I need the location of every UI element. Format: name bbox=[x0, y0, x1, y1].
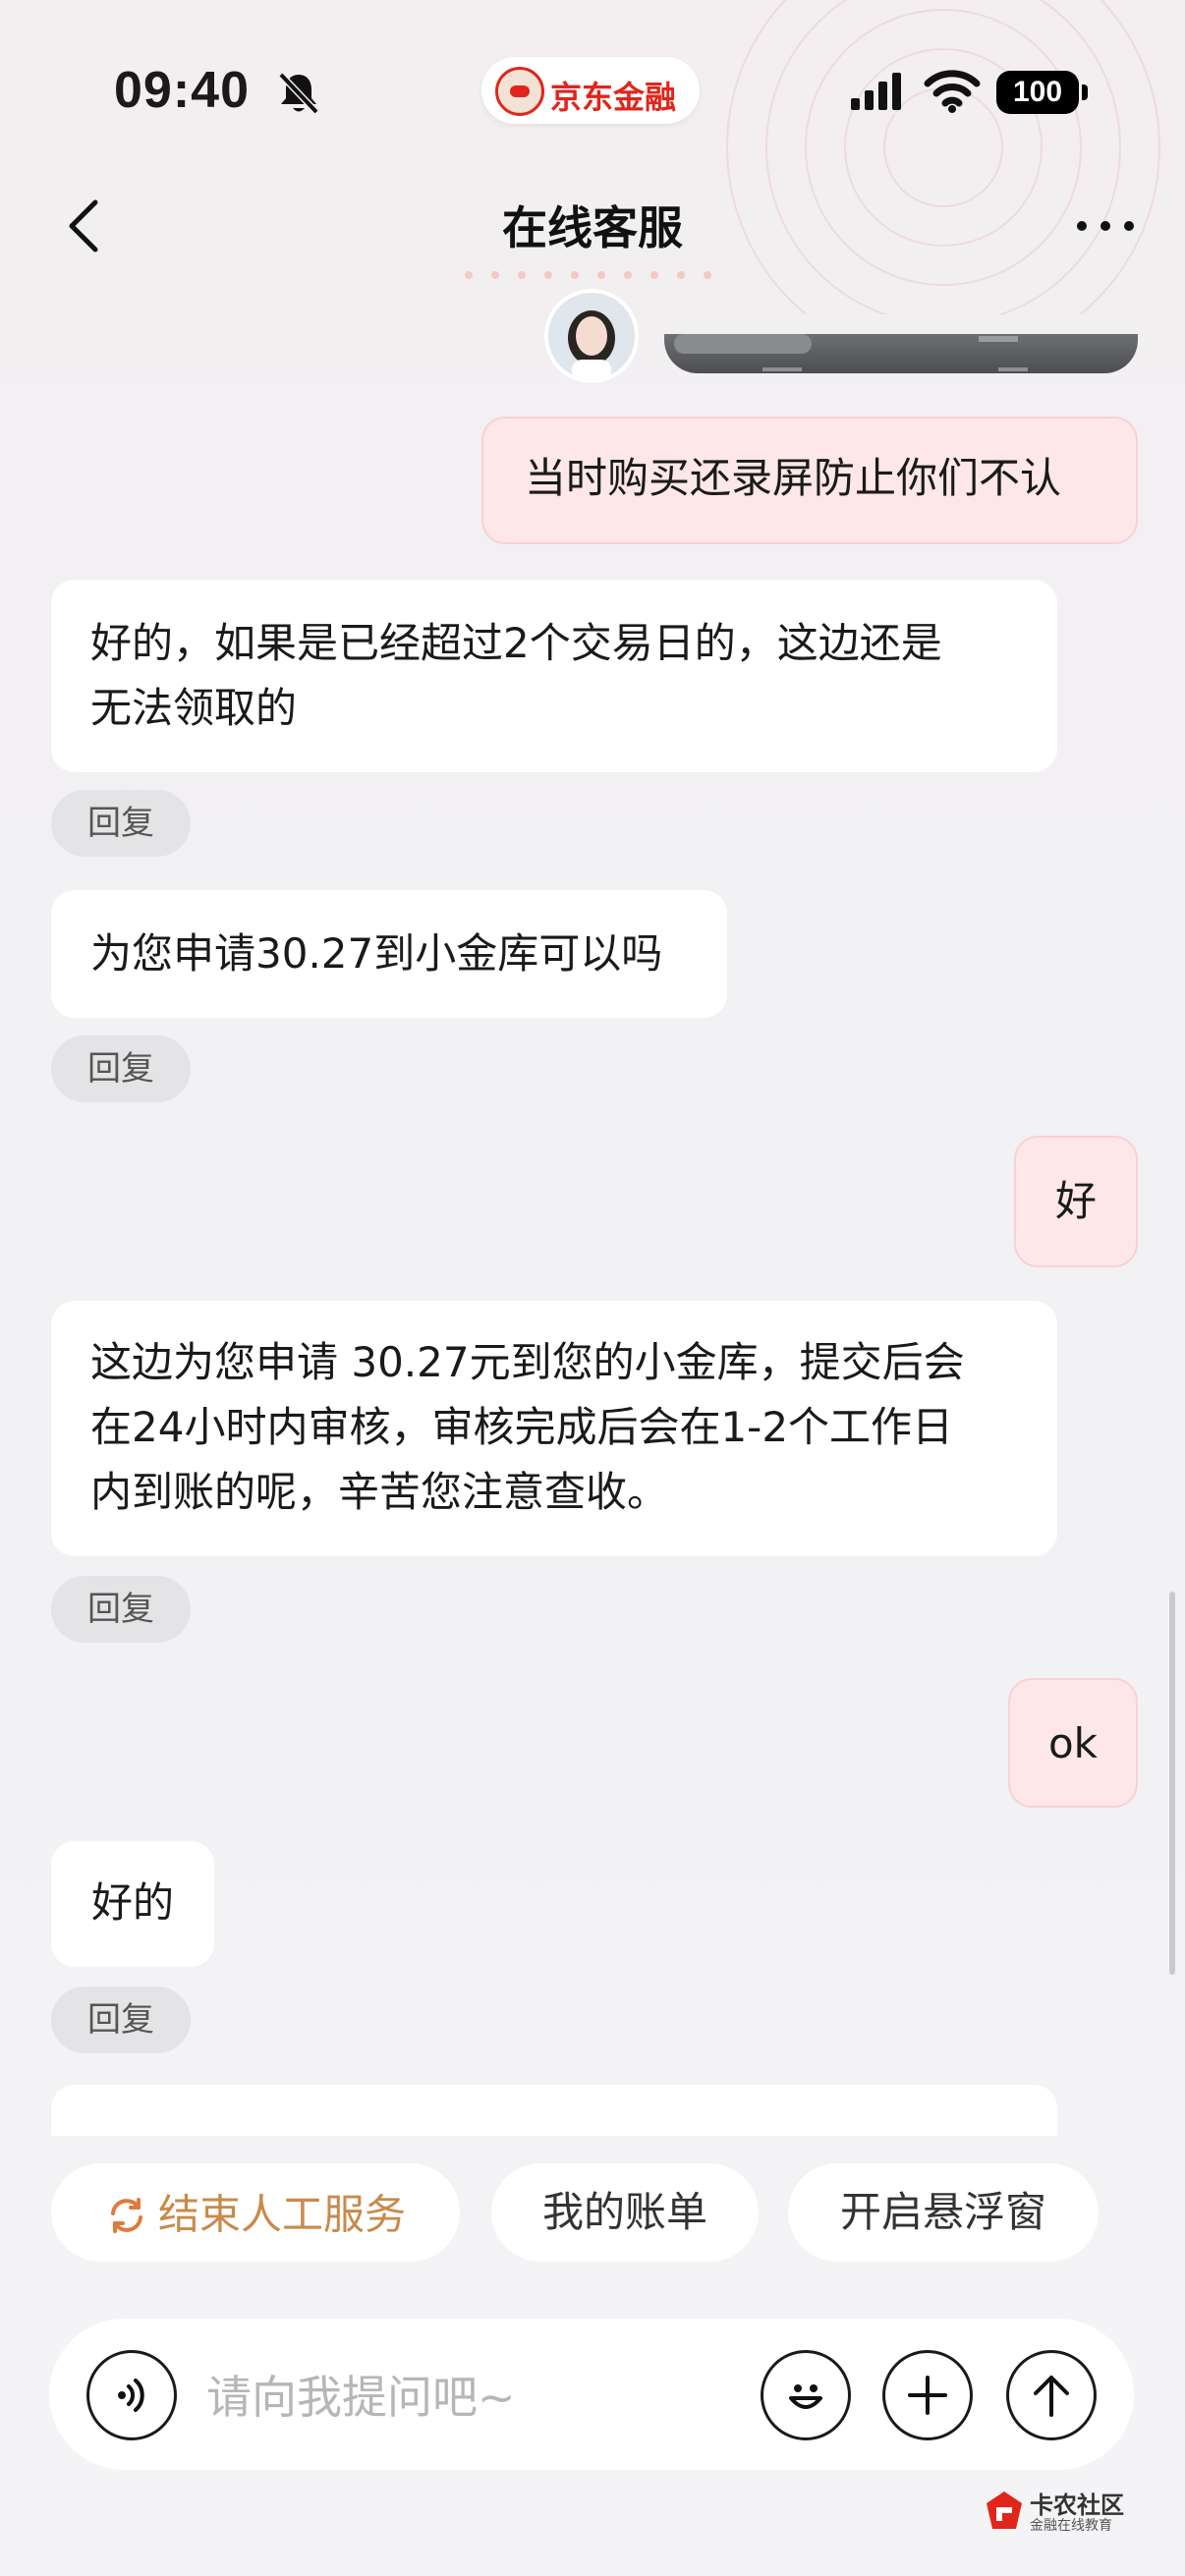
message-line: 内到账的呢，辛苦您注意查收。 bbox=[90, 1468, 669, 1516]
message-line: 无法领取的 bbox=[90, 684, 298, 732]
voice-icon bbox=[118, 2379, 144, 2412]
send-button[interactable] bbox=[1006, 2350, 1097, 2440]
watermark: 卡农社区 金融在线教育 bbox=[983, 2484, 1130, 2539]
agent-message: 这边为您申请 30.27元到您的小金库，提交后会 在24小时内审核，审核完成后会… bbox=[51, 1301, 1057, 1556]
message-text: ok bbox=[1047, 1719, 1099, 1767]
user-message: 好 bbox=[1014, 1136, 1138, 1267]
user-message: 当时购买还录屏防止你们不认 bbox=[481, 417, 1138, 544]
floating-window-button[interactable]: 开启悬浮窗 bbox=[788, 2163, 1099, 2262]
reply-button[interactable]: 回复 bbox=[51, 1036, 191, 1102]
watermark-subtitle: 金融在线教育 bbox=[1030, 2518, 1112, 2534]
quick-actions-bar: 结束人工服务 我的账单 开启悬浮窗 bbox=[0, 2128, 1185, 2262]
reply-button[interactable]: 回复 bbox=[51, 1987, 191, 2053]
wifi-icon bbox=[924, 69, 981, 114]
message-line: 这边为您申请 30.27元到您的小金库，提交后会 bbox=[90, 1338, 965, 1386]
user-message: ok bbox=[1008, 1678, 1138, 1808]
battery-indicator: 100 bbox=[996, 71, 1088, 114]
refresh-icon bbox=[110, 2197, 142, 2233]
agent-message: 好的 bbox=[51, 1841, 214, 1967]
agent-message: 好的，如果是已经超过2个交易日的，这边还是 无法领取的 bbox=[51, 580, 1057, 772]
bell-muted-icon bbox=[277, 71, 320, 116]
reply-button[interactable]: 回复 bbox=[51, 1576, 191, 1643]
quick-action-label: 结束人工服务 bbox=[157, 2190, 406, 2239]
shared-screenshot-thumbnail[interactable] bbox=[664, 334, 1138, 373]
message-text: 好的 bbox=[90, 1878, 174, 1927]
more-options-button[interactable] bbox=[1061, 196, 1150, 255]
scrollbar-thumb[interactable] bbox=[1169, 1592, 1175, 1975]
brand-name: 京东金融 bbox=[550, 79, 677, 116]
end-human-service-button[interactable]: 结束人工服务 bbox=[51, 2163, 460, 2262]
plus-icon bbox=[908, 2376, 947, 2415]
page-title: 在线客服 bbox=[502, 201, 683, 254]
voice-input-button[interactable] bbox=[86, 2350, 177, 2440]
reply-button[interactable]: 回复 bbox=[51, 790, 191, 857]
ellipsis-icon bbox=[1077, 221, 1134, 231]
status-time: 09:40 bbox=[114, 62, 250, 119]
my-bill-button[interactable]: 我的账单 bbox=[491, 2163, 759, 2262]
message-text: 为您申请30.27到小金库可以吗 bbox=[90, 929, 663, 978]
decorative-dots bbox=[462, 267, 723, 281]
message-text: 当时购买还录屏防止你们不认 bbox=[525, 454, 1062, 502]
message-line: 好的，如果是已经超过2个交易日的，这边还是 bbox=[90, 619, 942, 667]
cellular-signal-icon bbox=[849, 69, 908, 118]
add-attachment-button[interactable] bbox=[882, 2350, 973, 2440]
status-bar: 09:40 京东金融 100 bbox=[0, 0, 1185, 314]
emoji-button[interactable] bbox=[761, 2350, 851, 2440]
message-text: 好 bbox=[1054, 1177, 1097, 1225]
message-input-bar: 请向我提问吧~ bbox=[49, 2319, 1134, 2470]
agent-avatar bbox=[544, 289, 639, 383]
smile-icon bbox=[789, 2384, 822, 2409]
message-input[interactable]: 请向我提问吧~ bbox=[206, 2362, 516, 2427]
agent-message: 为您申请30.27到小金库可以吗 bbox=[51, 890, 727, 1018]
app-brand-pill[interactable]: 京东金融 bbox=[481, 57, 700, 124]
message-line: 在24小时内审核，审核完成后会在1-2个工作日 bbox=[90, 1403, 954, 1451]
arrow-up-icon bbox=[1034, 2376, 1069, 2417]
brand-mascot-icon bbox=[495, 67, 544, 116]
watermark-logo-icon bbox=[987, 2492, 1022, 2529]
